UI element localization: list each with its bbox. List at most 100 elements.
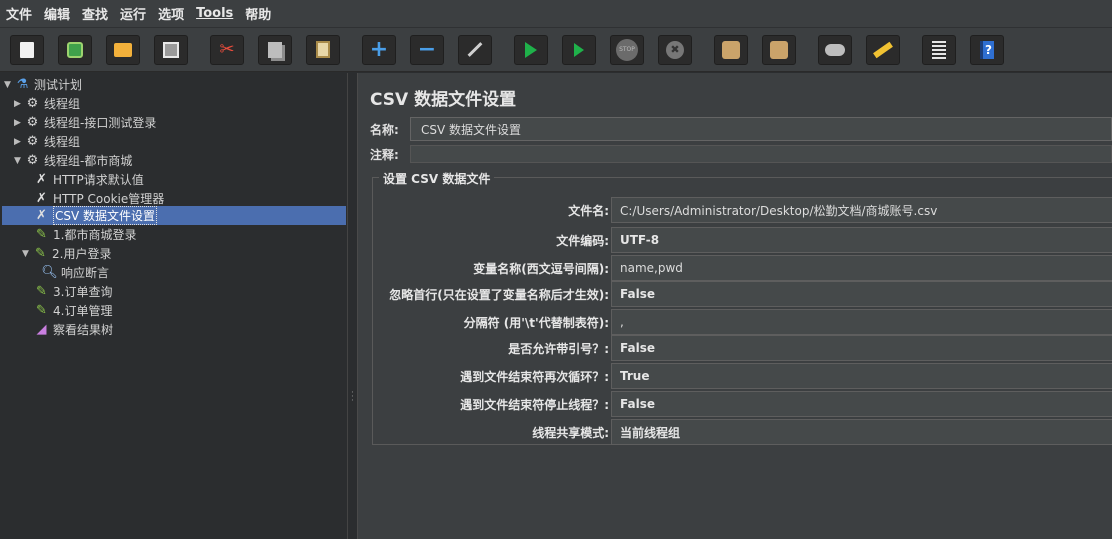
paste-button[interactable]	[306, 34, 340, 65]
tree-item-label: 察看结果树	[53, 323, 114, 337]
tree-item-label: 4.订单管理	[53, 304, 113, 318]
tree-item-thread-group-login[interactable]: ▶ ⚙ 线程组-接口测试登录	[14, 113, 156, 132]
help-button[interactable]: ?	[970, 34, 1004, 65]
allow-quoted-field[interactable]: False	[611, 335, 1112, 361]
stop-button[interactable]: STOP	[610, 34, 644, 65]
filename-row: 文件名: C:/Users/Administrator/Desktop/松勤文档…	[373, 197, 1112, 223]
filename-field[interactable]: C:/Users/Administrator/Desktop/松勤文档/商城账号…	[611, 197, 1112, 223]
name-row: 名称: CSV 数据文件设置	[370, 117, 1112, 141]
expand-arrow-icon[interactable]: ▶	[14, 137, 25, 147]
tree-item-thread-group[interactable]: ▶ ⚙ 线程组	[14, 94, 80, 113]
panel-title: CSV 数据文件设置	[370, 90, 517, 110]
pipette-icon: ✎	[36, 284, 47, 299]
save-icon	[163, 41, 179, 58]
stop-thread-on-eof-label: 遇到文件结束符停止线程？:	[460, 397, 609, 412]
toggle-button[interactable]	[458, 34, 492, 65]
ignore-first-line-field[interactable]: False	[611, 281, 1112, 307]
collapse-icon: −	[417, 37, 437, 62]
stop-thread-on-eof-field[interactable]: False	[611, 391, 1112, 417]
variable-names-field[interactable]: name,pwd	[611, 255, 1112, 281]
sharing-mode-field[interactable]: 当前线程组	[611, 419, 1112, 445]
start-button[interactable]	[514, 34, 548, 65]
copy-button[interactable]	[258, 34, 292, 65]
tree-item-label: HTTP请求默认值	[53, 173, 144, 187]
search-button[interactable]	[818, 34, 852, 65]
tree-item-label: 响应断言	[61, 266, 110, 280]
encoding-label: 文件编码:	[556, 233, 609, 248]
menu-help[interactable]: 帮助	[245, 4, 271, 23]
clear-button[interactable]	[714, 34, 748, 65]
stop-thread-on-eof-row: 遇到文件结束符停止线程？: False	[373, 391, 1112, 417]
menu-edit[interactable]: 编辑	[44, 4, 70, 23]
tree-item-label: CSV 数据文件设置	[53, 206, 158, 225]
sharing-mode-label: 线程共享模式:	[532, 425, 609, 440]
test-plan-tree: ▼ ⚗ 测试计划 ▶ ⚙ 线程组 ▶ ⚙ 线程组-接口测试登录 ▶ ⚙ 线程组 …	[0, 73, 348, 539]
collapse-button[interactable]: −	[410, 34, 444, 65]
start-no-pause-button[interactable]	[562, 34, 596, 65]
expand-arrow-icon[interactable]: ▶	[14, 118, 25, 128]
tree-item-csv-data-set[interactable]: ✗ CSV 数据文件设置	[2, 206, 346, 225]
tree-item-thread-group-mall[interactable]: ▼ ⚙ 线程组-都市商城	[14, 151, 132, 170]
menu-search[interactable]: 查找	[82, 4, 108, 23]
tree-item-mall-login[interactable]: ✎ 1.都市商城登录	[34, 225, 136, 244]
tree-item-order-manage[interactable]: ✎ 4.订单管理	[34, 301, 112, 320]
expand-button[interactable]: +	[362, 34, 396, 65]
recycle-on-eof-field[interactable]: True	[611, 363, 1112, 389]
new-icon	[20, 41, 34, 58]
tree-item-response-assertion[interactable]: 🔍︎ 响应断言	[41, 263, 110, 282]
wrench-icon: ✗	[36, 208, 47, 223]
function-helper-button[interactable]	[922, 34, 956, 65]
comment-label: 注释:	[370, 147, 399, 162]
expand-arrow-icon[interactable]: ▼	[22, 249, 33, 259]
gear-icon: ⚙	[26, 96, 39, 111]
reset-search-icon	[873, 41, 893, 58]
paste-icon	[316, 41, 330, 58]
expand-arrow-icon[interactable]: ▼	[4, 80, 15, 90]
tree-item-test-plan[interactable]: ▼ ⚗ 测试计划	[4, 75, 82, 94]
clear-all-button[interactable]	[762, 34, 796, 65]
panel-splitter[interactable]: · · ·	[348, 73, 358, 539]
save-button[interactable]	[154, 34, 188, 65]
delimiter-field[interactable]: ,	[611, 309, 1112, 335]
name-field[interactable]: CSV 数据文件设置	[410, 117, 1112, 141]
menu-bar: 文件 编辑 查找 运行 选项 Tools 帮助	[0, 0, 1112, 28]
shutdown-button[interactable]: ✖	[658, 34, 692, 65]
ignore-first-line-row: 忽略首行(只在设置了变量名称后才生效): False	[373, 281, 1112, 307]
tree-item-http-defaults[interactable]: ✗ HTTP请求默认值	[34, 170, 144, 189]
flask-icon: ⚗	[16, 77, 29, 92]
csv-settings-group: 设置 CSV 数据文件 文件名: C:/Users/Administrator/…	[372, 170, 1112, 445]
open-button[interactable]	[106, 34, 140, 65]
new-button[interactable]	[10, 34, 44, 65]
gear-icon: ⚙	[26, 115, 39, 130]
recycle-on-eof-row: 遇到文件结束符再次循环？: True	[373, 363, 1112, 389]
tree-item-label: 2.用户登录	[52, 247, 112, 261]
templates-button[interactable]	[58, 34, 92, 65]
tree-item-label: 线程组-都市商城	[44, 154, 133, 168]
wrench-icon: ✗	[36, 191, 47, 206]
menu-tools[interactable]: Tools	[196, 6, 233, 21]
graph-icon: ◢	[36, 322, 47, 337]
expand-arrow-icon[interactable]: ▶	[14, 99, 25, 109]
wrench-icon: ✗	[36, 172, 47, 187]
menu-run[interactable]: 运行	[120, 4, 146, 23]
expand-icon: +	[369, 37, 389, 62]
tree-item-view-results-tree[interactable]: ◢ 察看结果树	[34, 320, 114, 339]
tree-item-thread-group-2[interactable]: ▶ ⚙ 线程组	[14, 132, 80, 151]
comment-field[interactable]	[410, 145, 1112, 163]
encoding-field[interactable]: UTF-8	[611, 227, 1112, 253]
function-helper-icon	[932, 40, 946, 59]
start-no-pause-icon	[574, 42, 584, 57]
help-icon: ?	[980, 40, 994, 59]
cut-button[interactable]: ✂	[210, 34, 244, 65]
delimiter-row: 分隔符 (用'\t'代替制表符): ,	[373, 309, 1112, 335]
reset-search-button[interactable]	[866, 34, 900, 65]
tree-item-user-login[interactable]: ▼ ✎ 2.用户登录	[22, 244, 111, 263]
search-icon	[825, 43, 845, 56]
expand-arrow-icon[interactable]: ▼	[14, 156, 25, 166]
tree-item-order-query[interactable]: ✎ 3.订单查询	[34, 282, 112, 301]
menu-options[interactable]: 选项	[158, 4, 184, 23]
pipette-icon: ✎	[35, 246, 46, 261]
menu-file[interactable]: 文件	[6, 4, 32, 23]
toggle-icon	[467, 42, 483, 57]
splitter-grip-icon: · · ·	[351, 388, 354, 406]
